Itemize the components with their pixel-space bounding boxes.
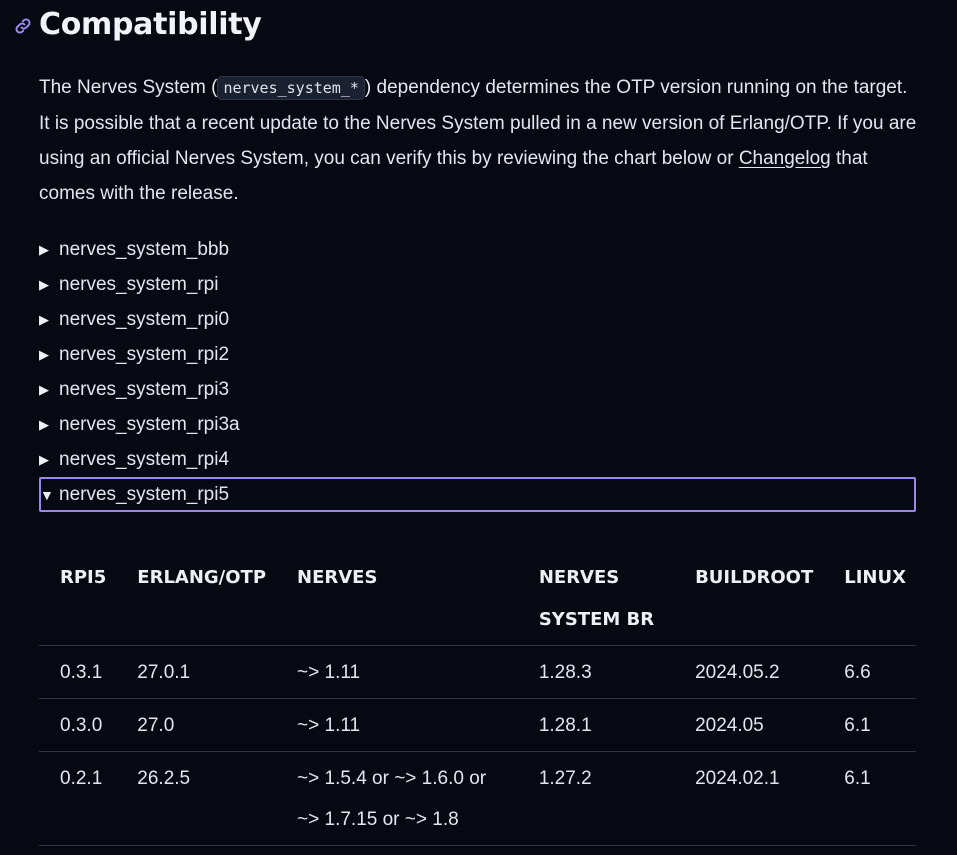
intro-paragraph: The Nerves System (nerves_system_*) depe…	[39, 70, 919, 211]
table-cell: 26.2.5	[116, 751, 277, 846]
intro-text: The Nerves System (	[39, 77, 218, 98]
section-heading: Compatibility	[14, 2, 262, 46]
table-cell: 2024.02.1	[674, 751, 824, 846]
page-title: Compatibility	[39, 6, 262, 42]
column-header: BUILDROOT	[674, 553, 824, 646]
summary-label: nerves_system_rpi4	[59, 448, 230, 470]
table-row: 0.3.1 27.0.1 ~> 1.11 1.28.3 2024.05.2 6.…	[39, 645, 916, 699]
summary-label: nerves_system_rpi	[59, 273, 219, 295]
table-row: 0.2.1 26.2.5 ~> 1.5.4 or ~> 1.6.0 or ~> …	[39, 751, 916, 846]
summary-nerves-system-rpi[interactable]: ▶ nerves_system_rpi	[39, 267, 916, 302]
triangle-right-icon: ▶	[39, 241, 49, 257]
table-cell: ~> 1.11	[276, 645, 518, 699]
link-icon[interactable]	[14, 17, 32, 35]
triangle-right-icon: ▶	[39, 346, 49, 362]
table-cell: 2024.05.2	[674, 645, 824, 699]
table-cell: 27.0	[116, 698, 277, 752]
table-cell: 1.28.1	[517, 698, 675, 752]
table-cell: ~> 1.11	[276, 698, 518, 752]
table-cell: 2024.05	[674, 698, 824, 752]
table-cell: 0.3.0	[39, 698, 117, 752]
summary-nerves-system-rpi2[interactable]: ▶ nerves_system_rpi2	[39, 337, 916, 372]
summary-label: nerves_system_rpi3	[59, 378, 230, 400]
summary-label: nerves_system_rpi2	[59, 343, 230, 365]
triangle-down-icon: ▼	[40, 486, 54, 503]
column-header: RPI5	[39, 553, 117, 646]
summary-nerves-system-rpi0[interactable]: ▶ nerves_system_rpi0	[39, 302, 916, 337]
compatibility-table: RPI5 ERLANG/OTP NERVES NERVES SYSTEM BR …	[39, 553, 916, 846]
summary-nerves-system-bbb[interactable]: ▶ nerves_system_bbb	[39, 232, 916, 267]
table-cell: 1.27.2	[517, 751, 675, 846]
column-header: ERLANG/OTP	[116, 553, 277, 646]
changelog-link[interactable]: Changelog	[739, 148, 831, 169]
column-header: LINUX	[823, 553, 916, 646]
page: Compatibility The Nerves System (nerves_…	[0, 0, 957, 855]
summary-nerves-system-rpi5[interactable]: ▼ nerves_system_rpi5	[39, 477, 916, 512]
triangle-right-icon: ▶	[39, 276, 49, 292]
table-row: 0.3.0 27.0 ~> 1.11 1.28.1 2024.05 6.1	[39, 698, 916, 752]
triangle-right-icon: ▶	[39, 311, 49, 327]
table-cell: ~> 1.5.4 or ~> 1.6.0 or ~> 1.7.15 or ~> …	[276, 751, 518, 846]
table-header-row: RPI5 ERLANG/OTP NERVES NERVES SYSTEM BR …	[39, 553, 916, 646]
triangle-right-icon: ▶	[39, 451, 49, 467]
systems-list: ▶ nerves_system_bbb ▶ nerves_system_rpi ▶ n…	[39, 232, 916, 512]
triangle-right-icon: ▶	[39, 381, 49, 397]
column-header: NERVES	[276, 553, 518, 646]
summary-label: nerves_system_rpi0	[59, 308, 230, 330]
triangle-right-icon: ▶	[39, 416, 49, 432]
summary-label: nerves_system_rpi3a	[59, 413, 240, 435]
table-cell: 0.3.1	[39, 645, 117, 699]
table-cell: 6.1	[823, 751, 916, 846]
column-header: NERVES SYSTEM BR	[517, 553, 675, 646]
summary-label: nerves_system_bbb	[59, 238, 230, 260]
table-cell: 0.2.1	[39, 751, 117, 846]
table-cell: 27.0.1	[116, 645, 277, 699]
table-cell: 6.6	[823, 645, 916, 699]
summary-nerves-system-rpi3[interactable]: ▶ nerves_system_rpi3	[39, 372, 916, 407]
summary-label: nerves_system_rpi5	[59, 483, 230, 505]
table-cell: 1.28.3	[517, 645, 675, 699]
summary-nerves-system-rpi3a[interactable]: ▶ nerves_system_rpi3a	[39, 407, 916, 442]
table-cell: 6.1	[823, 698, 916, 752]
summary-nerves-system-rpi4[interactable]: ▶ nerves_system_rpi4	[39, 442, 916, 477]
inline-code: nerves_system_*	[217, 76, 365, 100]
